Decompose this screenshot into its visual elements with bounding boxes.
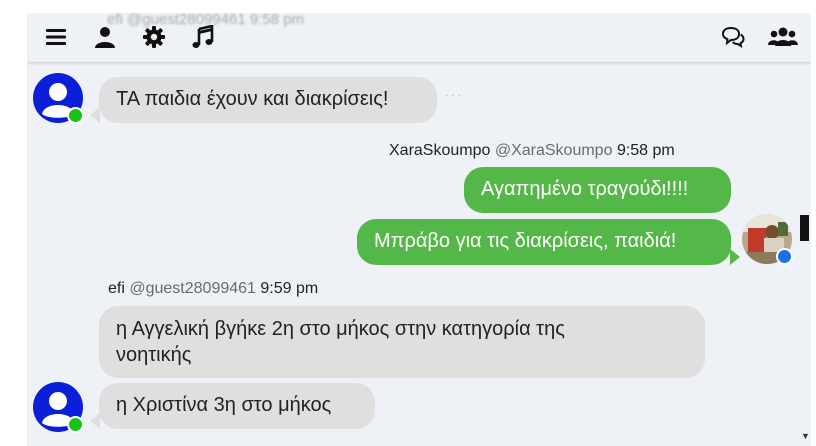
bubble-tail xyxy=(730,249,740,265)
users-icon[interactable] xyxy=(768,25,798,49)
message-header: efi @guest28099461 9:59 pm xyxy=(108,280,318,298)
default-avatar[interactable] xyxy=(33,382,84,433)
more-options-icon[interactable]: ··· xyxy=(444,87,463,105)
scrollbar-thumb[interactable] xyxy=(800,215,809,241)
bubble-tail xyxy=(90,413,100,429)
menu-icon[interactable] xyxy=(44,25,68,49)
default-avatar[interactable] xyxy=(33,73,84,124)
message-bubble[interactable]: ΤΑ παιδια έχουν και διακρίσεις! xyxy=(99,77,437,123)
message-time: 9:59 pm xyxy=(260,280,319,297)
author-handle: @XaraSkoumpo xyxy=(494,142,613,159)
author-name[interactable]: XaraSkoumpo xyxy=(389,142,490,159)
author-handle: @guest28099461 xyxy=(129,280,256,297)
message-bubble[interactable]: η Χριστίνα 3η στο μήκος xyxy=(99,383,375,429)
online-status-dot xyxy=(67,416,84,433)
message-bubble[interactable]: Μπράβο για τις διακρίσεις, παιδιά! xyxy=(357,219,731,265)
user-photo-avatar[interactable] xyxy=(742,214,793,265)
scroll-down-arrow-icon[interactable]: ▼ xyxy=(801,431,810,441)
message-time: 9:58 pm xyxy=(616,142,675,159)
music-icon[interactable] xyxy=(191,25,215,49)
gear-icon[interactable] xyxy=(142,25,166,49)
chat-icon[interactable] xyxy=(721,25,745,49)
online-status-dot xyxy=(67,107,84,124)
bubble-tail xyxy=(90,107,100,123)
author-name[interactable]: efi xyxy=(108,280,125,297)
message-bubble[interactable]: Αγαπημένο τραγούδι!!!! xyxy=(464,167,731,213)
message-bubble[interactable]: η Αγγελική βγήκε 2η στο μήκος στην κατηγ… xyxy=(99,306,705,378)
chat-window: efi @guest28099461 9:58 pm ΤΑ παιδια έχο… xyxy=(27,13,811,446)
online-status-dot xyxy=(776,248,793,265)
message-header: XaraSkoumpo @XaraSkoumpo 9:58 pm xyxy=(389,142,675,160)
user-icon[interactable] xyxy=(93,25,117,49)
ghost-message-header: efi @guest28099461 9:58 pm xyxy=(107,13,305,28)
